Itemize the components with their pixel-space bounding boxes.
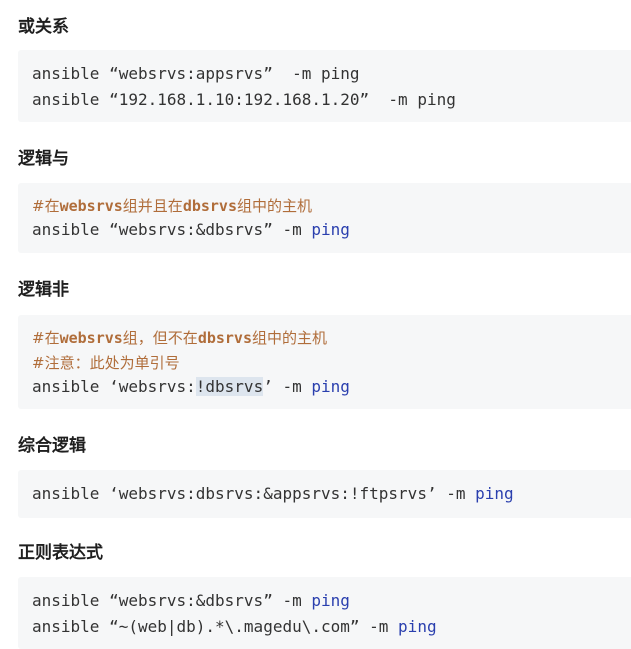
- section-heading-and: 逻辑与: [18, 149, 69, 168]
- code-comment: #在websrvs组，但不在dbsrvs组中的主机: [32, 329, 328, 347]
- code-line: ansible “websrvs:appsrvs” -m ping: [32, 64, 360, 83]
- code-comment: #在websrvs组并且在dbsrvs组中的主机: [32, 197, 313, 215]
- code-block-or: ansible “websrvs:appsrvs” -m ping ansibl…: [18, 50, 631, 122]
- code-block-and: #在websrvs组并且在dbsrvs组中的主机 ansible “websrv…: [18, 183, 631, 253]
- section-heading-combined: 综合逻辑: [18, 436, 86, 455]
- code-line: ansible “websrvs:&dbsrvs” -m ping: [32, 591, 350, 610]
- code-line: ansible ‘websrvs:dbsrvs:&appsrvs:!ftpsrv…: [32, 484, 514, 503]
- code-block-combined: ansible ‘websrvs:dbsrvs:&appsrvs:!ftpsrv…: [18, 470, 631, 518]
- section-heading-regex: 正则表达式: [18, 543, 103, 562]
- code-line: ansible “websrvs:&dbsrvs” -m ping: [32, 220, 350, 239]
- section-heading-not: 逻辑非: [18, 280, 69, 299]
- code-block-regex: ansible “websrvs:&dbsrvs” -m ping ansibl…: [18, 577, 631, 649]
- code-comment-note: #注意：此处为单引号: [32, 354, 180, 372]
- code-line: ansible “192.168.1.10:192.168.1.20” -m p…: [32, 90, 456, 109]
- code-block-not: #在websrvs组，但不在dbsrvs组中的主机 #注意：此处为单引号 ans…: [18, 315, 631, 409]
- code-line: ansible “~(web|db).*\.magedu\.com” -m pi…: [32, 617, 437, 636]
- section-heading-or: 或关系: [18, 17, 69, 36]
- code-line: ansible ‘websrvs:!dbsrvs’ -m ping: [32, 377, 350, 396]
